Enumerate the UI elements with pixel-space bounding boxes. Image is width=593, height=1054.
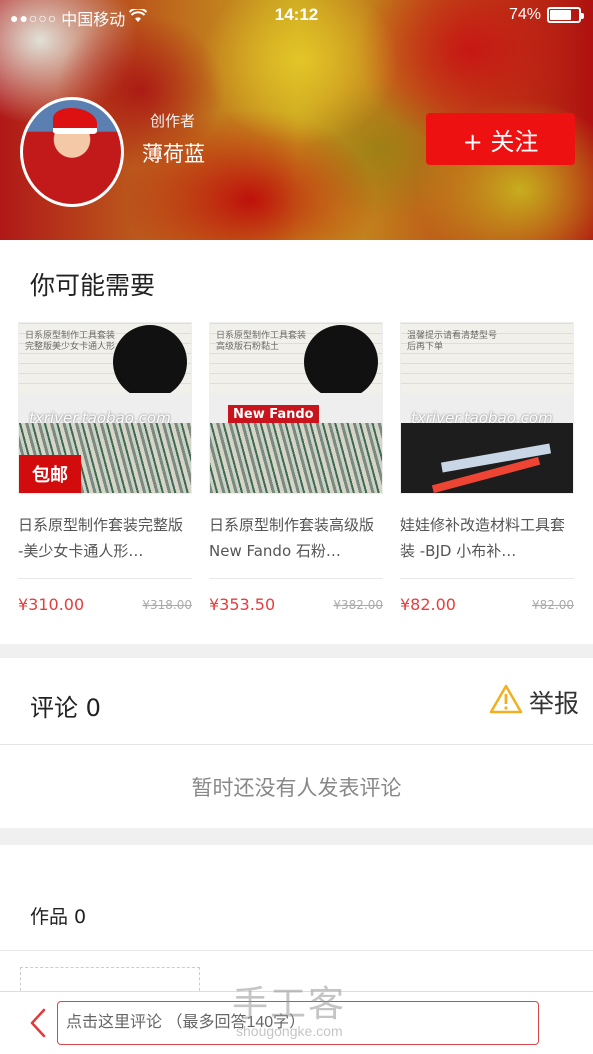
product-old-price: ¥82.00 bbox=[532, 598, 574, 612]
divider bbox=[0, 950, 593, 951]
product-label: New Fando bbox=[228, 405, 319, 424]
status-bar: ●●○○○ 中国移动 14:12 74% bbox=[0, 0, 593, 32]
product-name: 日系原型制作套装完整版 -美少女卡通人形… bbox=[18, 516, 184, 560]
creator-role-label: 创作者 bbox=[150, 112, 196, 130]
product-card[interactable]: 温馨提示请看清楚型号后再下单 txriver.taobao.com 娃娃修补改造… bbox=[400, 322, 574, 625]
profile-header: ●●○○○ 中国移动 14:12 74% 创作者 薄荷蓝 + 关注 bbox=[0, 0, 593, 240]
comment-input[interactable]: 点击这里评论 （最多回答140字） bbox=[57, 1001, 539, 1045]
empty-comments-text: 暂时还没有人发表评论 bbox=[191, 776, 402, 800]
product-price: ¥82.00 bbox=[400, 595, 456, 614]
product-old-price: ¥382.00 bbox=[333, 598, 383, 612]
comments-title: 评论 0 bbox=[30, 694, 101, 722]
comment-bar: 点击这里评论 （最多回答140字） bbox=[0, 991, 593, 1054]
avatar[interactable] bbox=[20, 97, 124, 207]
product-name: 娃娃修补改造材料工具套装 -BJD 小布补… bbox=[400, 516, 566, 560]
report-button[interactable]: 举报 bbox=[489, 684, 579, 720]
battery-icon bbox=[547, 7, 584, 23]
works-title: 作品 0 bbox=[30, 906, 87, 928]
product-image: 日系原型制作工具套装完整版美少女卡通人形 txriver.taobao.com … bbox=[18, 322, 192, 494]
warning-icon bbox=[489, 684, 523, 720]
battery-percent: 74% bbox=[508, 6, 541, 23]
product-image: 日系原型制作工具套装高级版石粉黏土 New Fando bbox=[209, 322, 383, 494]
product-name: 日系原型制作套装高级版 New Fando 石粉… bbox=[209, 516, 375, 560]
free-shipping-badge: 包邮 bbox=[19, 455, 81, 493]
product-card[interactable]: 日系原型制作工具套装高级版石粉黏土 New Fando 日系原型制作套装高级版 … bbox=[209, 322, 383, 625]
section-title: 你可能需要 bbox=[30, 271, 156, 300]
back-icon[interactable] bbox=[26, 1006, 52, 1040]
clock: 14:12 bbox=[274, 5, 319, 24]
product-price: ¥353.50 bbox=[209, 595, 276, 614]
creator-name[interactable]: 薄荷蓝 bbox=[142, 138, 205, 168]
recommend-section: 你可能需要 日系原型制作工具套装完整版美少女卡通人形 txriver.taoba… bbox=[0, 240, 593, 644]
product-image: 温馨提示请看清楚型号后再下单 txriver.taobao.com bbox=[400, 322, 574, 494]
comments-section: 评论 0 举报 暂时还没有人发表评论 bbox=[0, 658, 593, 828]
follow-button[interactable]: + 关注 bbox=[426, 113, 575, 165]
product-card[interactable]: 日系原型制作工具套装完整版美少女卡通人形 txriver.taobao.com … bbox=[18, 322, 192, 625]
report-label: 举报 bbox=[528, 689, 579, 718]
divider bbox=[0, 744, 593, 745]
product-price: ¥310.00 bbox=[18, 595, 85, 614]
product-old-price: ¥318.00 bbox=[142, 598, 192, 612]
